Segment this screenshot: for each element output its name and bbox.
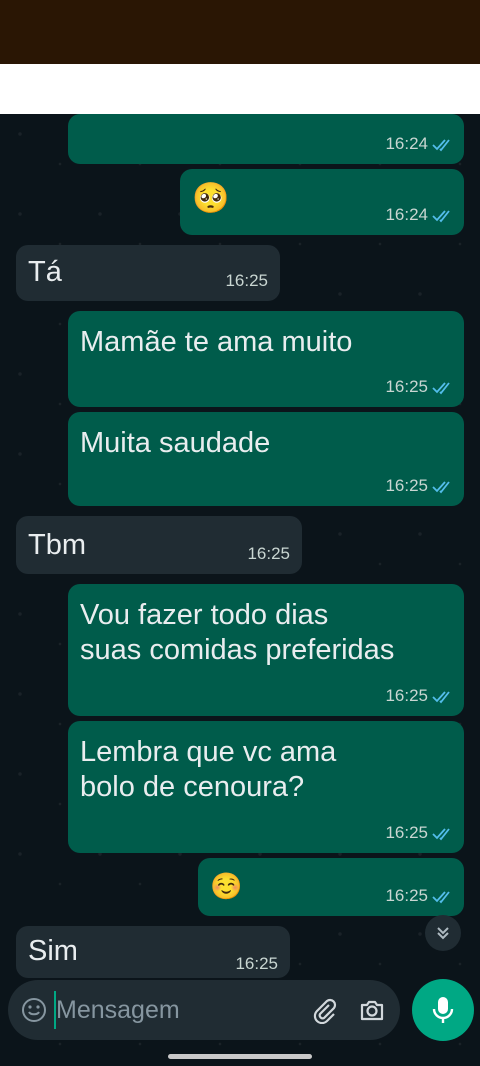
microphone-icon <box>432 997 454 1023</box>
attach-button[interactable] <box>308 994 340 1026</box>
message-input[interactable] <box>56 992 296 1028</box>
double-check-icon <box>432 891 450 904</box>
message-time: 16:25 <box>225 271 268 290</box>
message-text: Tbm <box>28 529 86 561</box>
message-bubble-outgoing[interactable]: Mamãe te ama muito 16:25 <box>68 311 464 407</box>
double-check-icon <box>432 210 450 223</box>
double-check-icon <box>432 828 450 841</box>
home-indicator <box>168 1054 312 1059</box>
double-check-icon <box>432 382 450 395</box>
double-check-icon <box>432 691 450 704</box>
message-time: 16:25 <box>385 686 428 705</box>
message-bubble-outgoing[interactable]: ☺️ 16:25 <box>198 858 464 916</box>
camera-icon <box>360 1000 384 1021</box>
message-bubble-outgoing[interactable]: 16:24 <box>68 114 464 164</box>
double-chevron-down-icon <box>437 927 449 940</box>
message-text: Vou fazer todo dias suas comidas preferi… <box>80 599 395 666</box>
emoji-icon <box>22 998 46 1022</box>
message-emoji: ☺️ <box>210 871 243 901</box>
message-emoji: 🥺 <box>192 182 230 215</box>
message-text: Tá <box>28 256 62 288</box>
camera-button[interactable] <box>356 994 388 1026</box>
double-check-icon <box>432 139 450 152</box>
message-time: 16:25 <box>385 886 428 905</box>
double-check-icon <box>432 481 450 494</box>
message-time: 16:25 <box>385 476 428 495</box>
scroll-down-button[interactable] <box>425 915 461 951</box>
message-bubble-incoming[interactable]: Tá 16:25 <box>16 245 280 301</box>
message-bubble-outgoing[interactable]: 🥺 16:24 <box>180 169 464 235</box>
message-bubble-outgoing[interactable]: Lembra que vc ama bolo de cenoura? 16:25 <box>68 721 464 853</box>
message-time: 16:25 <box>247 544 290 563</box>
message-bubble-incoming[interactable]: Tbm 16:25 <box>16 516 302 574</box>
message-text: Lembra que vc ama bolo de cenoura? <box>80 736 337 803</box>
paperclip-icon <box>313 998 337 1024</box>
emoji-button[interactable] <box>20 996 48 1024</box>
message-bubble-incoming[interactable]: Sim 16:25 <box>16 926 290 978</box>
message-time: 16:25 <box>385 823 428 842</box>
message-bubble-outgoing[interactable]: Muita saudade 16:25 <box>68 412 464 506</box>
status-bar <box>0 0 480 64</box>
message-time: 16:25 <box>235 954 278 973</box>
message-text: Mamãe te ama muito <box>80 326 353 358</box>
voice-message-button[interactable] <box>412 979 474 1041</box>
message-text: Muita saudade <box>80 427 271 459</box>
message-time: 16:24 <box>385 205 428 224</box>
message-composer <box>8 980 400 1040</box>
message-bubble-outgoing[interactable]: Vou fazer todo dias suas comidas preferi… <box>68 584 464 716</box>
message-time: 16:25 <box>385 377 428 396</box>
message-text: Sim <box>28 935 78 967</box>
text-caret <box>54 991 56 1029</box>
header-bar <box>0 64 480 114</box>
message-time: 16:24 <box>385 134 428 153</box>
